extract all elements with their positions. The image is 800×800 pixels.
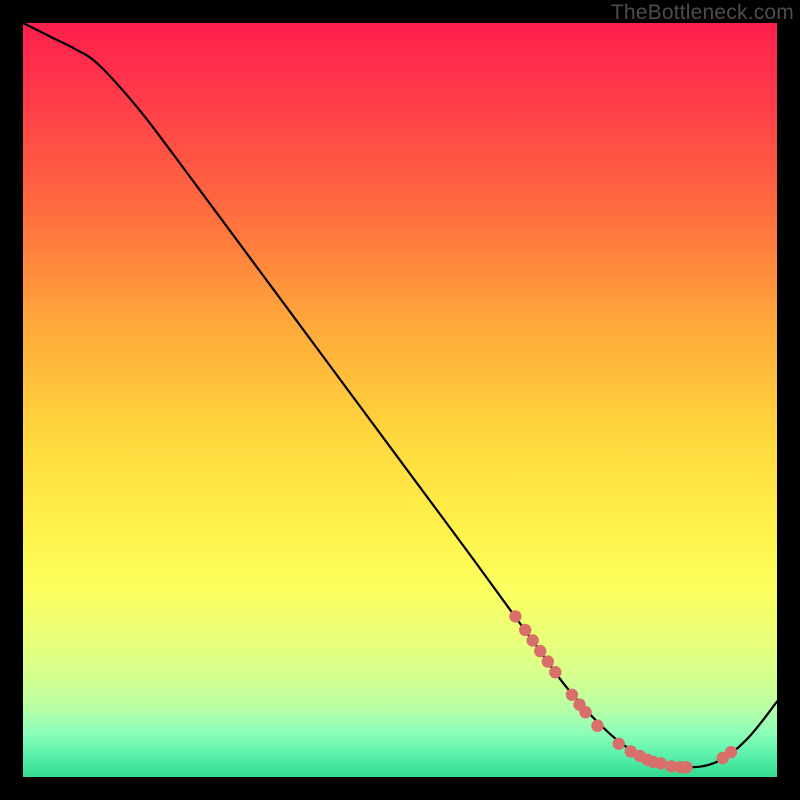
- plot-area: [23, 23, 777, 777]
- curve-layer: [23, 23, 777, 777]
- data-point: [680, 761, 692, 773]
- data-dots: [509, 610, 737, 773]
- data-point: [579, 706, 591, 718]
- data-point: [591, 720, 603, 732]
- watermark-text: TheBottleneck.com: [611, 1, 794, 25]
- data-point: [655, 757, 667, 769]
- data-point: [542, 655, 554, 667]
- data-point: [549, 666, 561, 678]
- chart-stage: TheBottleneck.com: [0, 0, 800, 800]
- data-point: [566, 689, 578, 701]
- data-point: [527, 634, 539, 646]
- data-point: [534, 645, 546, 657]
- bottleneck-curve: [23, 23, 777, 767]
- data-point: [725, 746, 737, 758]
- data-point: [519, 624, 531, 636]
- data-point: [613, 738, 625, 750]
- data-point: [509, 610, 521, 622]
